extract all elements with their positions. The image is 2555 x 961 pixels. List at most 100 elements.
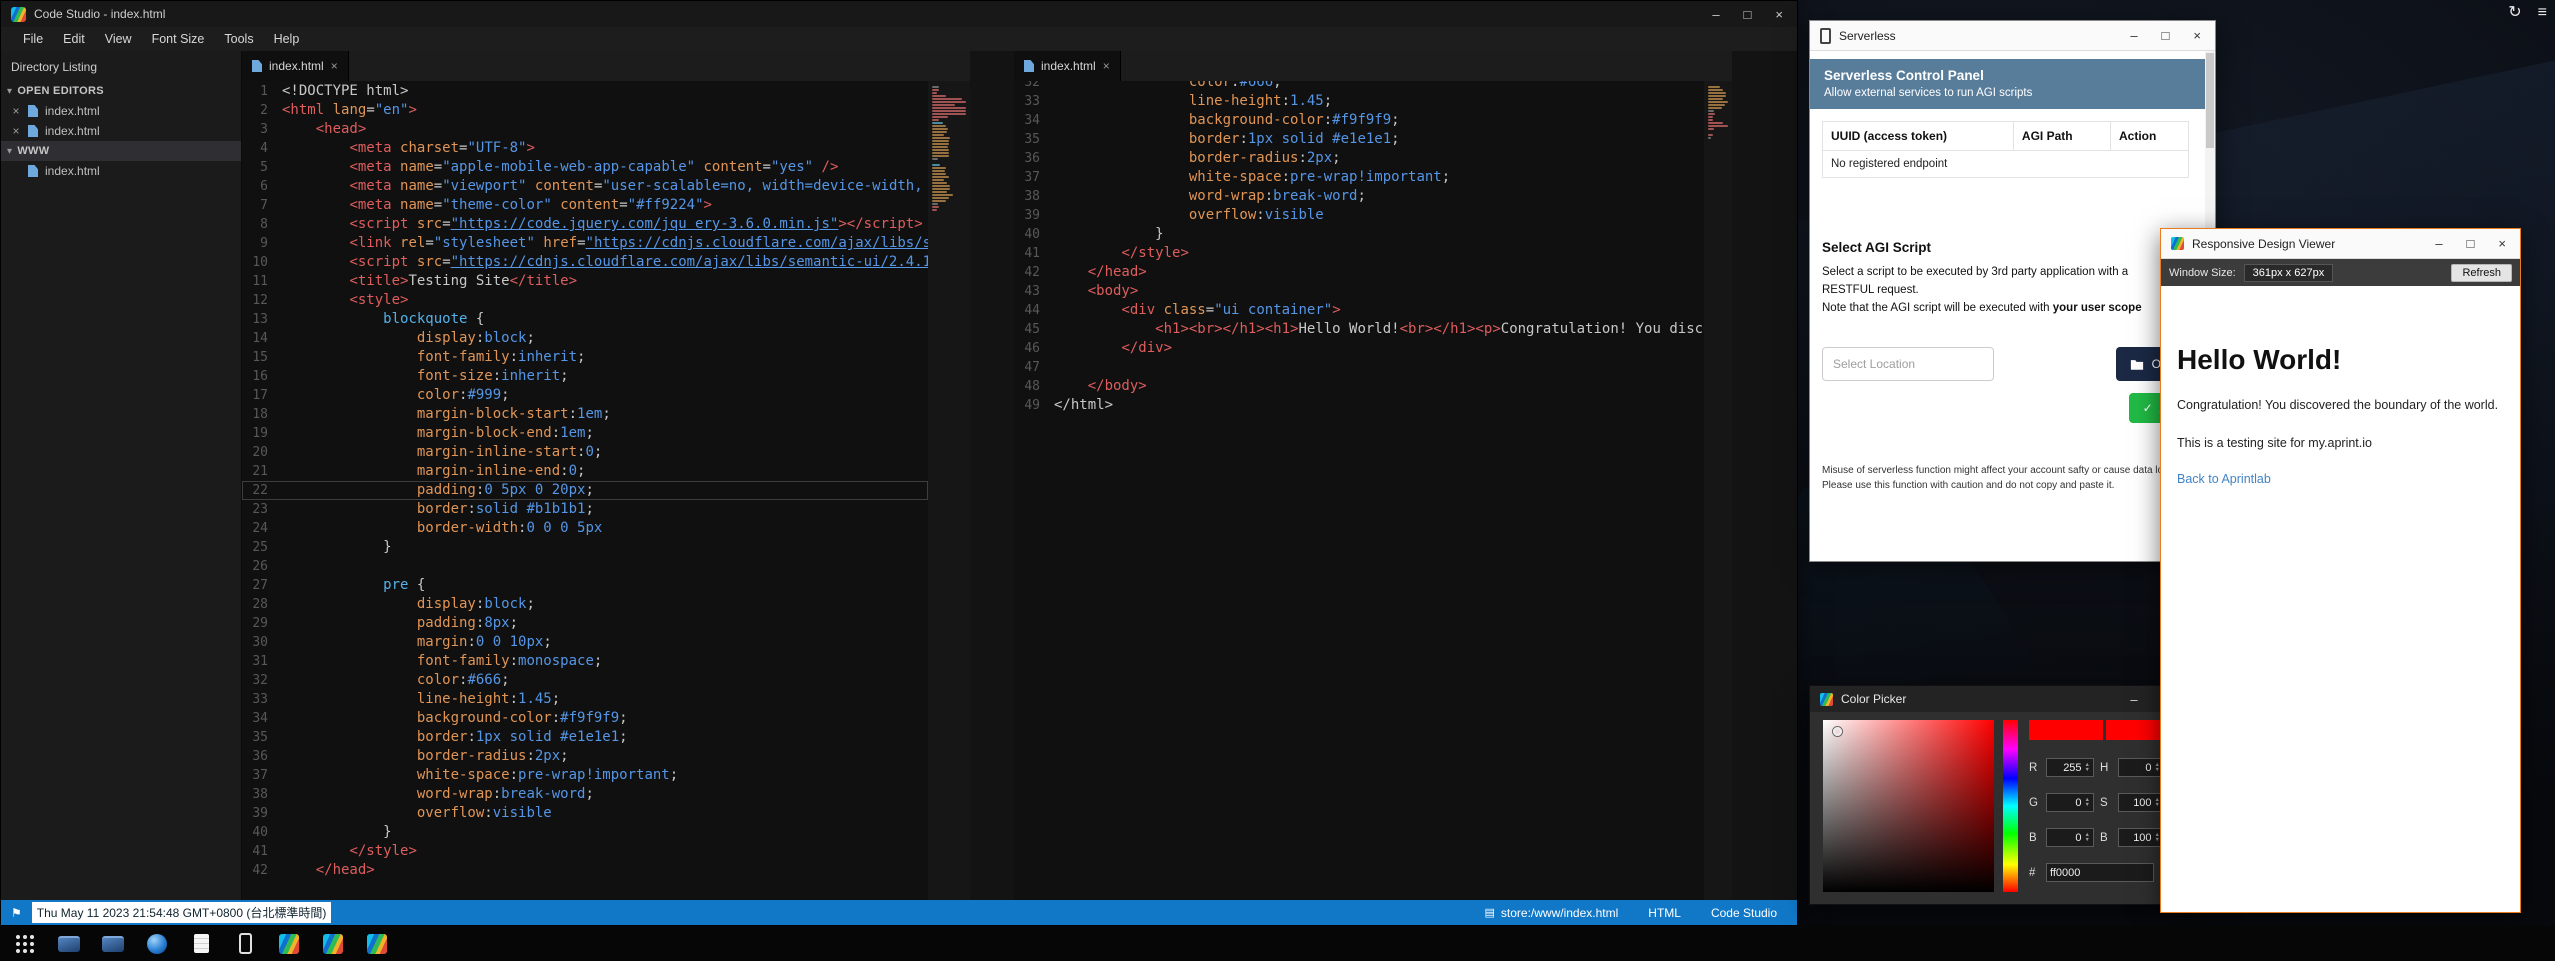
- code-line-46[interactable]: 46 </div>: [1014, 339, 1704, 358]
- code-line-25[interactable]: 25 }: [242, 538, 928, 557]
- sidebar-section-open-editors[interactable]: ▾OPEN EDITORS: [1, 81, 241, 101]
- minimap[interactable]: [928, 81, 970, 900]
- code-line-39[interactable]: 39 overflow:visible: [242, 804, 928, 823]
- code-line-34[interactable]: 34 background-color:#f9f9f9;: [242, 709, 928, 728]
- close-button[interactable]: ×: [2193, 29, 2201, 42]
- code-line-5[interactable]: 5 <meta name="apple-mobile-web-app-capab…: [242, 158, 928, 177]
- code-line-40[interactable]: 40 }: [242, 823, 928, 842]
- code-line-28[interactable]: 28 display:block;: [242, 595, 928, 614]
- code-line-6[interactable]: 6 <meta name="viewport" content="user-sc…: [242, 177, 928, 196]
- maximize-button[interactable]: □: [2162, 29, 2170, 42]
- sidebar-item-index.html[interactable]: ×index.html: [1, 101, 241, 121]
- code-line-17[interactable]: 17 color:#999;: [242, 386, 928, 405]
- tab-index-html[interactable]: index.html ×: [242, 51, 349, 81]
- code-line-21[interactable]: 21 margin-inline-end:0;: [242, 462, 928, 481]
- code-line-41[interactable]: 41 </style>: [242, 842, 928, 861]
- code-line-35[interactable]: 35 border:1px solid #e1e1e1;: [242, 728, 928, 747]
- code-line-37[interactable]: 37 white-space:pre-wrap!important;: [242, 766, 928, 785]
- script-location-input[interactable]: [1822, 347, 1994, 381]
- menu-item-tools[interactable]: Tools: [214, 29, 263, 49]
- code-line-37[interactable]: 37 white-space:pre-wrap!important;: [1014, 168, 1704, 187]
- code-line-32[interactable]: 32 color:#666;: [242, 671, 928, 690]
- close-button[interactable]: ×: [2498, 237, 2506, 250]
- menu-item-help[interactable]: Help: [264, 29, 310, 49]
- code-line-39[interactable]: 39 overflow:visible: [1014, 206, 1704, 225]
- close-icon[interactable]: ×: [11, 124, 21, 138]
- colorpicker-S-input[interactable]: 100▲▼: [2118, 793, 2164, 812]
- code-line-24[interactable]: 24 border-width:0 0 0 5px: [242, 519, 928, 538]
- code-line-2[interactable]: 2<html lang="en">: [242, 101, 928, 120]
- hex-input[interactable]: ff0000: [2046, 863, 2154, 882]
- colorpicker-B-input[interactable]: 100▲▼: [2118, 828, 2164, 847]
- close-icon[interactable]: ×: [1103, 59, 1110, 73]
- close-icon[interactable]: ×: [331, 59, 338, 73]
- status-file-path[interactable]: ▤ store:/www/index.html: [1485, 906, 1619, 920]
- title-bar[interactable]: Color Picker – □ ×: [1810, 686, 2215, 712]
- window-size-value[interactable]: 361px x 627px: [2244, 264, 2334, 282]
- menu-item-view[interactable]: View: [95, 29, 142, 49]
- title-bar[interactable]: Responsive Design Viewer – □ ×: [2161, 229, 2520, 259]
- code-line-48[interactable]: 48 </body>: [1014, 377, 1704, 396]
- code-line-7[interactable]: 7 <meta name="theme-color" content="#ff9…: [242, 196, 928, 215]
- code-line-42[interactable]: 42 </head>: [1014, 263, 1704, 282]
- stepper-icons[interactable]: ▲▼: [2085, 798, 2090, 808]
- menu-item-file[interactable]: File: [13, 29, 53, 49]
- code-line-30[interactable]: 30 margin:0 0 10px;: [242, 633, 928, 652]
- code-line-33[interactable]: 33 line-height:1.45;: [1014, 92, 1704, 111]
- code-line-22[interactable]: 22 padding:0 5px 0 20px;: [242, 481, 928, 500]
- code-line-34[interactable]: 34 background-color:#f9f9f9;: [1014, 111, 1704, 130]
- close-icon[interactable]: ×: [11, 104, 21, 118]
- code-line-31[interactable]: 31 font-family:monospace;: [242, 652, 928, 671]
- minimize-button[interactable]: –: [2435, 237, 2442, 250]
- taskbar-window-icon[interactable]: [56, 931, 82, 957]
- menu-icon[interactable]: ≡: [2538, 4, 2547, 22]
- code-line-8[interactable]: 8 <script src="https://code.jquery.com/j…: [242, 215, 928, 234]
- code-line-4[interactable]: 4 <meta charset="UTF-8">: [242, 139, 928, 158]
- code-line-12[interactable]: 12 <style>: [242, 291, 928, 310]
- code-line-20[interactable]: 20 margin-inline-start:0;: [242, 443, 928, 462]
- code-line-11[interactable]: 11 <title>Testing Site</title>: [242, 272, 928, 291]
- code-line-9[interactable]: 9 <link rel="stylesheet" href="https://c…: [242, 234, 928, 253]
- code-line-23[interactable]: 23 border:solid #b1b1b1;: [242, 500, 928, 519]
- color-cursor[interactable]: [1833, 727, 1842, 736]
- taskbar-document-icon[interactable]: [188, 931, 214, 957]
- refresh-icon[interactable]: ↻: [2508, 4, 2521, 22]
- taskbar-apps-grid-icon[interactable]: [12, 931, 38, 957]
- colorpicker-H-input[interactable]: 0▲▼: [2118, 758, 2164, 777]
- sidebar-item-index.html[interactable]: index.html: [1, 161, 241, 181]
- stepper-icons[interactable]: ▲▼: [2085, 763, 2090, 773]
- code-line-33[interactable]: 33 line-height:1.45;: [242, 690, 928, 709]
- code-line-36[interactable]: 36 border-radius:2px;: [242, 747, 928, 766]
- minimap[interactable]: [1704, 81, 1732, 900]
- code-line-38[interactable]: 38 word-wrap:break-word;: [1014, 187, 1704, 206]
- colorpicker-G-input[interactable]: 0▲▼: [2046, 793, 2094, 812]
- sidebar-item-index.html[interactable]: ×index.html: [1, 121, 241, 141]
- title-bar[interactable]: Code Studio - index.html – □ ×: [1, 1, 1797, 27]
- code-line-15[interactable]: 15 font-family:inherit;: [242, 348, 928, 367]
- taskbar-window-icon[interactable]: [100, 931, 126, 957]
- back-link[interactable]: Back to Aprintlab: [2177, 472, 2271, 486]
- maximize-button[interactable]: □: [1744, 8, 1752, 21]
- code-line-29[interactable]: 29 padding:8px;: [242, 614, 928, 633]
- code-line-45[interactable]: 45 <h1><br></h1><h1>Hello World!<br></h1…: [1014, 320, 1704, 339]
- scrollbar-thumb[interactable]: [2206, 53, 2214, 148]
- code-line-1[interactable]: 1<!DOCTYPE html>: [242, 82, 928, 101]
- code-line-14[interactable]: 14 display:block;: [242, 329, 928, 348]
- maximize-button[interactable]: □: [2467, 237, 2475, 250]
- code-line-40[interactable]: 40 }: [1014, 225, 1704, 244]
- title-bar[interactable]: Serverless – □ ×: [1810, 21, 2215, 51]
- taskbar-phone-icon[interactable]: [232, 931, 258, 957]
- menu-item-edit[interactable]: Edit: [53, 29, 95, 49]
- code-line-38[interactable]: 38 word-wrap:break-word;: [242, 785, 928, 804]
- refresh-button[interactable]: Refresh: [2451, 264, 2512, 282]
- code-line-47[interactable]: 47: [1014, 358, 1704, 377]
- stepper-icons[interactable]: ▲▼: [2085, 833, 2090, 843]
- code-line-26[interactable]: 26: [242, 557, 928, 576]
- code-line-41[interactable]: 41 </style>: [1014, 244, 1704, 263]
- code-line-32[interactable]: 32 color:#666;: [1014, 81, 1704, 92]
- menu-item-font-size[interactable]: Font Size: [142, 29, 215, 49]
- status-language[interactable]: HTML: [1648, 906, 1681, 920]
- code-editor[interactable]: 1<!DOCTYPE html>2<html lang="en">3 <head…: [242, 81, 928, 900]
- close-button[interactable]: ×: [1775, 8, 1783, 21]
- taskbar-codestudio-icon[interactable]: [364, 931, 390, 957]
